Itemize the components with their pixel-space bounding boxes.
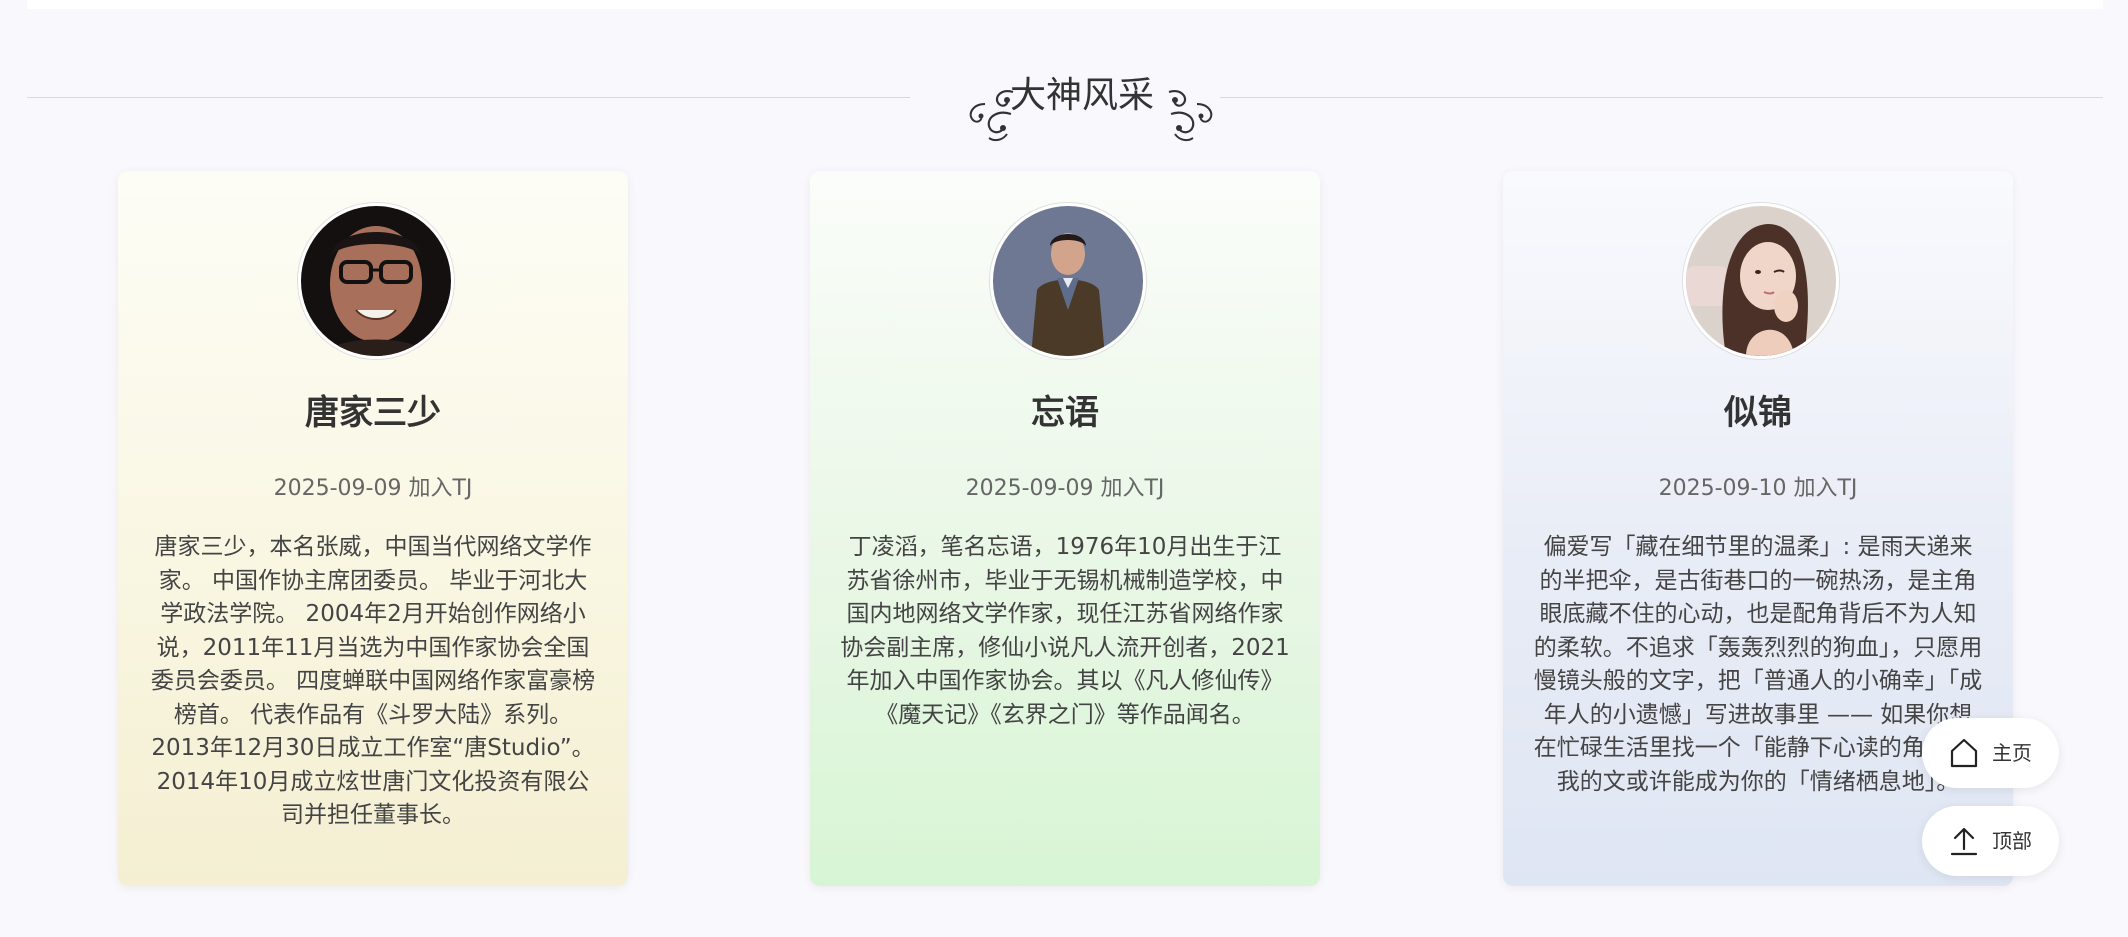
divider-right xyxy=(1220,97,2103,98)
avatar xyxy=(298,203,454,359)
section-title-wrap: 大神风采 xyxy=(937,70,1223,150)
avatar xyxy=(1683,203,1839,359)
flourish-right-icon xyxy=(1168,90,1213,142)
home-button[interactable]: 主页 xyxy=(1922,718,2059,788)
author-bio: 唐家三少，本名张威，中国当代网络文学作家。 中国作协主席团委员。 毕业于河北大学… xyxy=(150,534,596,828)
back-to-top-button[interactable]: 顶部 xyxy=(1922,806,2059,876)
arrow-up-icon xyxy=(1950,827,1978,856)
top-content-strip xyxy=(27,0,2103,9)
author-name: 忘语 xyxy=(1031,393,1099,433)
join-date: 2025-09-10 加入TJ xyxy=(1658,476,1858,501)
section-header: 大神风采 xyxy=(27,70,2103,150)
home-icon xyxy=(1950,738,1978,768)
author-name: 似锦 xyxy=(1724,393,1792,433)
divider-left xyxy=(27,97,910,98)
join-date: 2025-09-09 加入TJ xyxy=(273,476,473,501)
top-label: 顶部 xyxy=(1992,829,2032,853)
avatar xyxy=(990,203,1146,359)
home-label: 主页 xyxy=(1992,741,2032,765)
author-card-wangyu[interactable]: 忘语 2025-09-09 加入TJ 丁凌滔，笔名忘语，1976年10月出生于江… xyxy=(810,171,1320,886)
join-date: 2025-09-09 加入TJ xyxy=(965,476,1165,501)
section-title: 大神风采 xyxy=(1009,75,1154,116)
author-bio: 丁凌滔，笔名忘语，1976年10月出生于江苏省徐州市，毕业于无锡机械制造学校，中… xyxy=(840,534,1290,728)
author-name: 唐家三少 xyxy=(305,393,441,433)
author-bio: 偏爱写「藏在细节里的温柔」: 是雨天递来的半把伞，是古街巷口的一碗热汤，是主角眼… xyxy=(1533,534,1983,795)
author-card-tangjiasanshao[interactable]: 唐家三少 2025-09-09 加入TJ 唐家三少，本名张威，中国当代网络文学作… xyxy=(118,171,628,886)
